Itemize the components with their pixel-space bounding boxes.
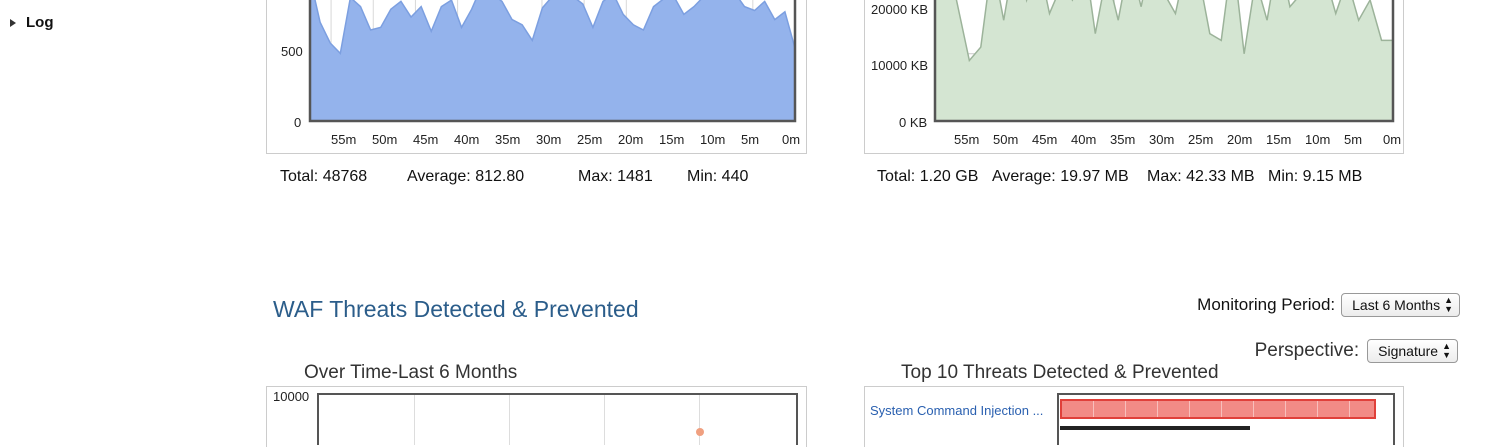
y-tick-label: 10000 KB <box>871 58 929 73</box>
perspective-control: Perspective: Signature ▲ ▼ <box>1255 339 1458 363</box>
bandwidth-min: Min: 9.15 MB <box>1268 168 1363 185</box>
top10-title: Top 10 Threats Detected & Prevented <box>901 362 1219 383</box>
y-tick-label: 0 KB <box>899 115 928 130</box>
select-arrows-icon: ▲ ▼ <box>1444 295 1453 314</box>
over-time-plot-area <box>317 393 798 445</box>
monitoring-period-label: Monitoring Period: <box>1197 295 1336 314</box>
over-time-title: Over Time-Last 6 Months <box>304 362 518 383</box>
y-tick-label: 20000 KB <box>871 2 929 17</box>
monitoring-period-control: Monitoring Period: Last 6 Months ▲ ▼ <box>1197 293 1460 317</box>
bandwidth-total: Total: 1.20 GB <box>877 168 979 185</box>
bandwidth-average: Average: 19.97 MB <box>992 168 1129 185</box>
x-tick-label: 40m <box>1071 132 1097 147</box>
x-tick-label: 20m <box>1227 132 1253 147</box>
x-tick-label: 55m <box>954 132 980 147</box>
x-tick-label: 5m <box>1344 132 1363 147</box>
section-title: WAF Threats Detected & Prevented <box>273 296 639 322</box>
bandwidth-max: Max: 42.33 MB <box>1147 168 1255 185</box>
x-tick-label: 0m <box>1383 132 1402 147</box>
monitoring-period-select[interactable]: Last 6 Months ▲ ▼ <box>1341 293 1460 317</box>
select-arrows-icon: ▲ ▼ <box>1442 341 1451 360</box>
threat-bar[interactable] <box>1060 399 1376 419</box>
monitoring-period-value: Last 6 Months <box>1352 297 1441 313</box>
threat-bar[interactable] <box>1060 426 1250 430</box>
perspective-select[interactable]: Signature ▲ ▼ <box>1367 339 1458 363</box>
threat-label-link[interactable]: System Command Injection ... <box>870 403 1043 418</box>
x-tick-label: 50m <box>993 132 1019 147</box>
y-tick-label: 10000 <box>273 389 310 404</box>
perspective-label: Perspective: <box>1254 340 1360 361</box>
perspective-value: Signature <box>1378 343 1439 359</box>
data-point[interactable] <box>696 428 704 436</box>
x-tick-label: 15m <box>1266 132 1292 147</box>
x-tick-label: 45m <box>1032 132 1058 147</box>
bandwidth-chart <box>933 0 1395 123</box>
x-tick-label: 35m <box>1110 132 1136 147</box>
x-tick-label: 30m <box>1149 132 1175 147</box>
x-tick-label: 25m <box>1188 132 1214 147</box>
x-tick-label: 10m <box>1305 132 1331 147</box>
